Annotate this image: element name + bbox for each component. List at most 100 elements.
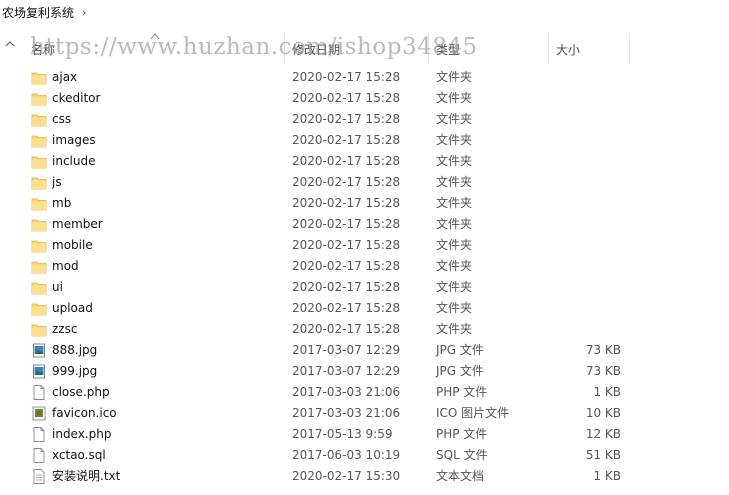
file-row[interactable]: zzsc 2020-02-17 15:28 文件夹 [0, 319, 729, 340]
file-modified-date: 2017-03-07 12:29 [292, 364, 401, 378]
column-header-type[interactable]: 类型 [436, 34, 460, 64]
breadcrumb: 农场复利系统 › [0, 0, 729, 24]
file-name: js [52, 175, 62, 189]
folder-icon [31, 175, 47, 190]
file-modified-date: 2017-03-03 21:06 [292, 385, 401, 399]
file-row[interactable]: close.php 2017-03-03 21:06 PHP 文件 1 KB [0, 382, 729, 403]
file-name: favicon.ico [52, 406, 117, 420]
document-icon [31, 385, 47, 400]
column-divider[interactable] [629, 34, 630, 64]
file-name: zzsc [52, 322, 78, 336]
file-modified-date: 2020-02-17 15:28 [292, 112, 401, 126]
file-row[interactable]: images 2020-02-17 15:28 文件夹 [0, 130, 729, 151]
folder-icon [31, 70, 47, 85]
file-modified-date: 2017-06-03 10:19 [292, 448, 401, 462]
file-type: JPG 文件 [436, 343, 484, 357]
file-row[interactable]: ckeditor 2020-02-17 15:28 文件夹 [0, 88, 729, 109]
folder-icon [31, 91, 47, 106]
file-row[interactable]: mod 2020-02-17 15:28 文件夹 [0, 256, 729, 277]
column-header-name[interactable]: 名称 [31, 34, 55, 64]
file-type: 文件夹 [436, 301, 473, 315]
column-header-modified[interactable]: 修改日期 [292, 34, 340, 64]
file-name: mb [52, 196, 72, 210]
file-modified-date: 2020-02-17 15:28 [292, 280, 401, 294]
file-type: 文件夹 [436, 133, 473, 147]
column-divider[interactable] [284, 34, 285, 64]
file-type: 文件夹 [436, 196, 473, 210]
file-modified-date: 2020-02-17 15:28 [292, 91, 401, 105]
file-row[interactable]: member 2020-02-17 15:28 文件夹 [0, 214, 729, 235]
file-type: PHP 文件 [436, 385, 488, 399]
file-type: 文件夹 [436, 238, 473, 252]
folder-icon [31, 322, 47, 337]
file-type: ICO 图片文件 [436, 406, 510, 420]
file-row[interactable]: mobile 2020-02-17 15:28 文件夹 [0, 235, 729, 256]
folder-icon [31, 259, 47, 274]
document-icon [31, 427, 47, 442]
breadcrumb-folder[interactable]: 农场复利系统 [2, 4, 74, 21]
file-type: 文件夹 [436, 91, 473, 105]
favicon-file-icon [31, 406, 47, 421]
file-modified-date: 2017-03-03 21:06 [292, 406, 401, 420]
file-row[interactable]: xctao.sql 2017-06-03 10:19 SQL 文件 51 KB [0, 445, 729, 466]
file-row[interactable]: 安装说明.txt 2020-02-17 15:30 文本文档 1 KB [0, 466, 729, 487]
folder-icon [31, 280, 47, 295]
column-header: 名称 修改日期 类型 大小 [0, 32, 729, 64]
file-name: include [52, 154, 96, 168]
file-modified-date: 2020-02-17 15:28 [292, 301, 401, 315]
file-row[interactable]: favicon.ico 2017-03-03 21:06 ICO 图片文件 10 KB [0, 403, 729, 424]
file-row[interactable]: css 2020-02-17 15:28 文件夹 [0, 109, 729, 130]
file-name: 安装说明.txt [52, 469, 121, 483]
image-file-icon [31, 343, 47, 358]
file-name: mobile [52, 238, 93, 252]
file-name: ui [52, 280, 63, 294]
file-size: 51 KB [585, 448, 621, 462]
file-type: 文件夹 [436, 322, 473, 336]
column-divider[interactable] [548, 34, 549, 64]
file-size: 73 KB [585, 343, 621, 357]
file-row[interactable]: ui 2020-02-17 15:28 文件夹 [0, 277, 729, 298]
file-name: images [52, 133, 96, 147]
file-row[interactable]: 999.jpg 2017-03-07 12:29 JPG 文件 73 KB [0, 361, 729, 382]
file-list: ajax 2020-02-17 15:28 文件夹 ckeditor 2020-02-1… [0, 67, 729, 487]
file-modified-date: 2020-02-17 15:28 [292, 196, 401, 210]
file-name: mod [52, 259, 79, 273]
file-type: 文件夹 [436, 217, 473, 231]
document-icon [31, 448, 47, 463]
file-size: 1 KB [593, 385, 621, 399]
file-name: ckeditor [52, 91, 101, 105]
file-type: 文件夹 [436, 154, 473, 168]
folder-icon [31, 217, 47, 232]
text-file-icon [31, 469, 47, 484]
folder-icon [31, 154, 47, 169]
file-modified-date: 2020-02-17 15:28 [292, 154, 401, 168]
sort-up-icon [150, 32, 160, 43]
file-row[interactable]: ajax 2020-02-17 15:28 文件夹 [0, 67, 729, 88]
file-name: member [52, 217, 103, 231]
file-row[interactable]: index.php 2017-05-13 9:59 PHP 文件 12 KB [0, 424, 729, 445]
file-type: SQL 文件 [436, 448, 488, 462]
file-row[interactable]: upload 2020-02-17 15:28 文件夹 [0, 298, 729, 319]
file-row[interactable]: 888.jpg 2017-03-07 12:29 JPG 文件 73 KB [0, 340, 729, 361]
file-size: 1 KB [593, 469, 621, 483]
file-modified-date: 2020-02-17 15:28 [292, 133, 401, 147]
file-modified-date: 2017-03-07 12:29 [292, 343, 401, 357]
file-modified-date: 2017-05-13 9:59 [292, 427, 393, 441]
file-name: index.php [52, 427, 112, 441]
file-type: 文件夹 [436, 280, 473, 294]
folder-icon [31, 301, 47, 316]
file-row[interactable]: include 2020-02-17 15:28 文件夹 [0, 151, 729, 172]
file-row[interactable]: mb 2020-02-17 15:28 文件夹 [0, 193, 729, 214]
file-modified-date: 2020-02-17 15:28 [292, 70, 401, 84]
column-header-size[interactable]: 大小 [556, 34, 580, 64]
chevron-right-icon[interactable]: › [82, 6, 86, 19]
file-name: ajax [52, 70, 78, 84]
file-name: upload [52, 301, 93, 315]
folder-icon [31, 112, 47, 127]
file-modified-date: 2020-02-17 15:28 [292, 175, 401, 189]
column-divider[interactable] [428, 34, 429, 64]
file-type: PHP 文件 [436, 427, 488, 441]
file-modified-date: 2020-02-17 15:28 [292, 322, 401, 336]
file-name: close.php [52, 385, 110, 399]
file-row[interactable]: js 2020-02-17 15:28 文件夹 [0, 172, 729, 193]
